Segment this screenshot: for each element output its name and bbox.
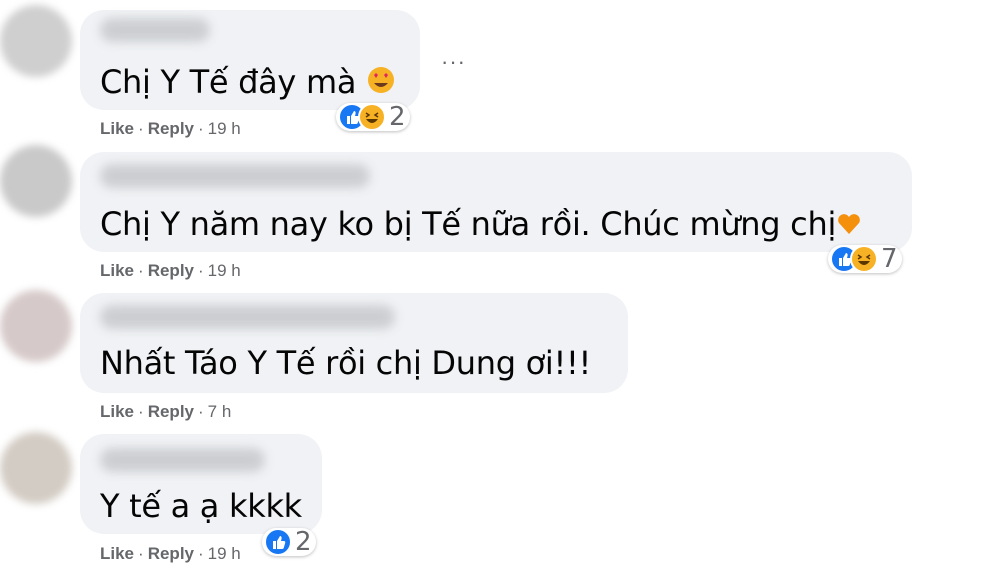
reply-link[interactable]: Reply (148, 119, 194, 138)
comment-bubble: Chị Y năm nay ko bị Tế nữa rồi. Chúc mừn… (80, 152, 912, 252)
author-name-redacted[interactable] (100, 18, 210, 42)
avatar[interactable] (0, 432, 72, 504)
like-link[interactable]: Like (100, 261, 134, 280)
separator: · (198, 544, 204, 563)
more-options-icon[interactable]: ··· (441, 49, 466, 75)
timestamp[interactable]: 7 h (208, 402, 232, 421)
haha-reaction-icon (850, 245, 878, 273)
reactions-summary[interactable]: 2 (336, 102, 410, 132)
like-reaction-icon (264, 528, 292, 556)
comment-actions: Like · Reply · 19 h (100, 119, 241, 139)
reaction-count: 2 (389, 102, 406, 132)
separator: · (198, 261, 204, 280)
comment-text: Nhất Táo Y Tế rồi chị Dung ơi!!! (100, 343, 591, 383)
comment-actions: Like · Reply · 19 h (100, 544, 241, 564)
timestamp[interactable]: 19 h (208, 261, 241, 280)
avatar[interactable] (0, 290, 72, 362)
comment-text-content: Nhất Táo Y Tế rồi chị Dung ơi!!! (100, 344, 592, 382)
comment-text-content: Chị Y năm nay ko bị Tế nữa rồi. Chúc mừn… (100, 205, 837, 243)
reaction-count: 2 (295, 527, 312, 557)
separator: · (138, 544, 144, 563)
separator: · (138, 119, 144, 138)
reaction-count: 7 (881, 244, 898, 274)
reactions-summary[interactable]: 7 (828, 244, 902, 274)
comment-1: Chị Y Tế đây mà ··· Like · Reply · 19 h 2 (0, 0, 1000, 145)
comment-text: Chị Y Tế đây mà (100, 62, 396, 104)
comment-actions: Like · Reply · 7 h (100, 402, 231, 422)
haha-reaction-icon (358, 103, 386, 131)
author-name-redacted[interactable] (100, 164, 370, 188)
separator: · (198, 402, 204, 421)
comment-bubble: Nhất Táo Y Tế rồi chị Dung ơi!!! (80, 293, 628, 393)
reactions-summary[interactable]: 2 (262, 527, 316, 557)
comment-2: Chị Y năm nay ko bị Tế nữa rồi. Chúc mừn… (0, 145, 1000, 290)
comment-text-content: Y tế a ạ kkkk (100, 487, 302, 525)
heart-eyes-emoji-icon (366, 64, 396, 104)
comment-bubble: Chị Y Tế đây mà (80, 10, 420, 110)
comment-3: Nhất Táo Y Tế rồi chị Dung ơi!!! Like · Re… (0, 290, 1000, 430)
like-link[interactable]: Like (100, 402, 134, 421)
avatar[interactable] (0, 145, 72, 217)
separator: · (198, 119, 204, 138)
comment-text-content: Chị Y Tế đây mà (100, 63, 357, 101)
comment-text: Chị Y năm nay ko bị Tế nữa rồi. Chúc mừn… (100, 204, 862, 246)
like-link[interactable]: Like (100, 119, 134, 138)
author-name-redacted[interactable] (100, 448, 265, 472)
comment-actions: Like · Reply · 19 h (100, 261, 241, 281)
comment-text: Y tế a ạ kkkk (100, 486, 302, 526)
comment-bubble: Y tế a ạ kkkk (80, 434, 322, 534)
reply-link[interactable]: Reply (148, 261, 194, 280)
reply-link[interactable]: Reply (148, 402, 194, 421)
timestamp[interactable]: 19 h (208, 544, 241, 563)
comment-4: Y tế a ạ kkkk Like · Reply · 19 h 2 (0, 430, 1000, 571)
like-link[interactable]: Like (100, 544, 134, 563)
avatar[interactable] (0, 5, 72, 77)
timestamp[interactable]: 19 h (208, 119, 241, 138)
author-name-redacted[interactable] (100, 305, 395, 329)
separator: · (138, 261, 144, 280)
orange-heart-emoji-icon (836, 206, 862, 246)
separator: · (138, 402, 144, 421)
reply-link[interactable]: Reply (148, 544, 194, 563)
